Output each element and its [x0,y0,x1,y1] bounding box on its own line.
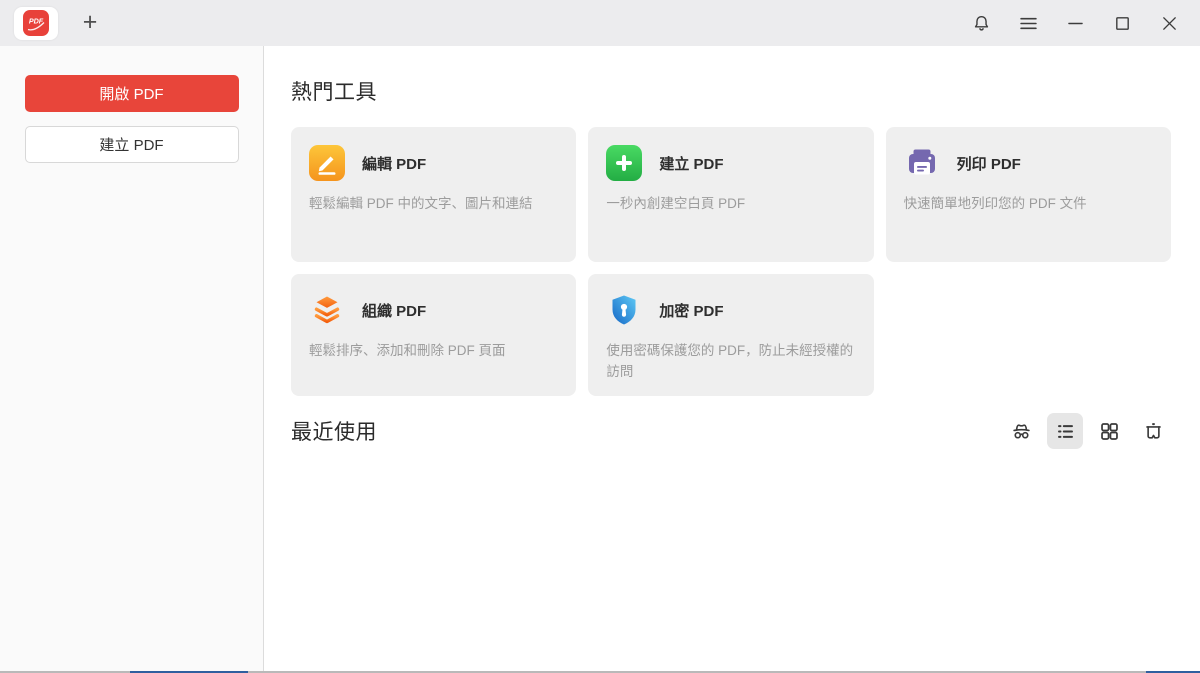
pdf-logo-icon: PDF [23,10,49,36]
tool-card-title: 編輯 PDF [362,153,426,174]
tool-card-encrypt-pdf[interactable]: 加密 PDF 使用密碼保護您的 PDF，防止未經授權的訪問 [588,274,873,396]
menu-icon[interactable] [1018,13,1039,34]
edit-pdf-icon [309,145,345,181]
app-window: PDF + [0,0,1200,673]
tab-bar: PDF + [0,0,1200,46]
recent-view-toolbar [1003,413,1171,449]
tool-card-description: 輕鬆編輯 PDF 中的文字、圖片和連結 [309,194,558,215]
new-tab-button[interactable]: + [75,8,105,38]
maximize-button[interactable] [1112,13,1133,34]
tool-card-description: 使用密碼保護您的 PDF，防止未經授權的訪問 [606,341,855,383]
clear-recent-icon[interactable] [1135,413,1171,449]
tool-card-title: 列印 PDF [957,153,1021,174]
tool-card-description: 一秒內創建空白頁 PDF [606,194,855,215]
recent-section-header: 最近使用 [291,413,1171,449]
sidebar: 開啟 PDF 建立 PDF [0,46,264,671]
tool-card-organize-pdf[interactable]: 組織 PDF 輕鬆排序、添加和刪除 PDF 頁面 [291,274,576,396]
tool-card-description: 輕鬆排序、添加和刪除 PDF 頁面 [309,341,558,362]
close-button[interactable] [1159,13,1180,34]
tool-card-title: 組織 PDF [362,300,426,321]
tool-card-edit-pdf[interactable]: 編輯 PDF 輕鬆編輯 PDF 中的文字、圖片和連結 [291,127,576,262]
grid-view-icon[interactable] [1091,413,1127,449]
encrypt-pdf-icon [606,292,642,328]
home-tab[interactable]: PDF [14,7,58,40]
popular-tools-title: 熱門工具 [291,76,1171,106]
create-pdf-icon [606,145,642,181]
recent-title: 最近使用 [291,416,377,446]
tools-grid: 編輯 PDF 輕鬆編輯 PDF 中的文字、圖片和連結 [291,127,1171,396]
list-view-icon[interactable] [1047,413,1083,449]
notification-bell-icon[interactable] [971,13,992,34]
print-pdf-icon [904,145,940,181]
window-controls [971,13,1180,34]
main-content: 熱門工具 [264,46,1200,671]
app-body: 開啟 PDF 建立 PDF 熱門工具 [0,46,1200,671]
create-pdf-button[interactable]: 建立 PDF [25,126,239,163]
organize-pdf-icon [309,292,345,328]
minimize-button[interactable] [1065,13,1086,34]
tool-card-title: 加密 PDF [659,300,723,321]
tool-card-print-pdf[interactable]: 列印 PDF 快速簡單地列印您的 PDF 文件 [886,127,1171,262]
incognito-icon[interactable] [1003,413,1039,449]
tool-card-create-pdf[interactable]: 建立 PDF 一秒內創建空白頁 PDF [588,127,873,262]
open-pdf-button[interactable]: 開啟 PDF [25,75,239,112]
tool-card-title: 建立 PDF [659,153,723,174]
tool-card-description: 快速簡單地列印您的 PDF 文件 [904,194,1153,215]
